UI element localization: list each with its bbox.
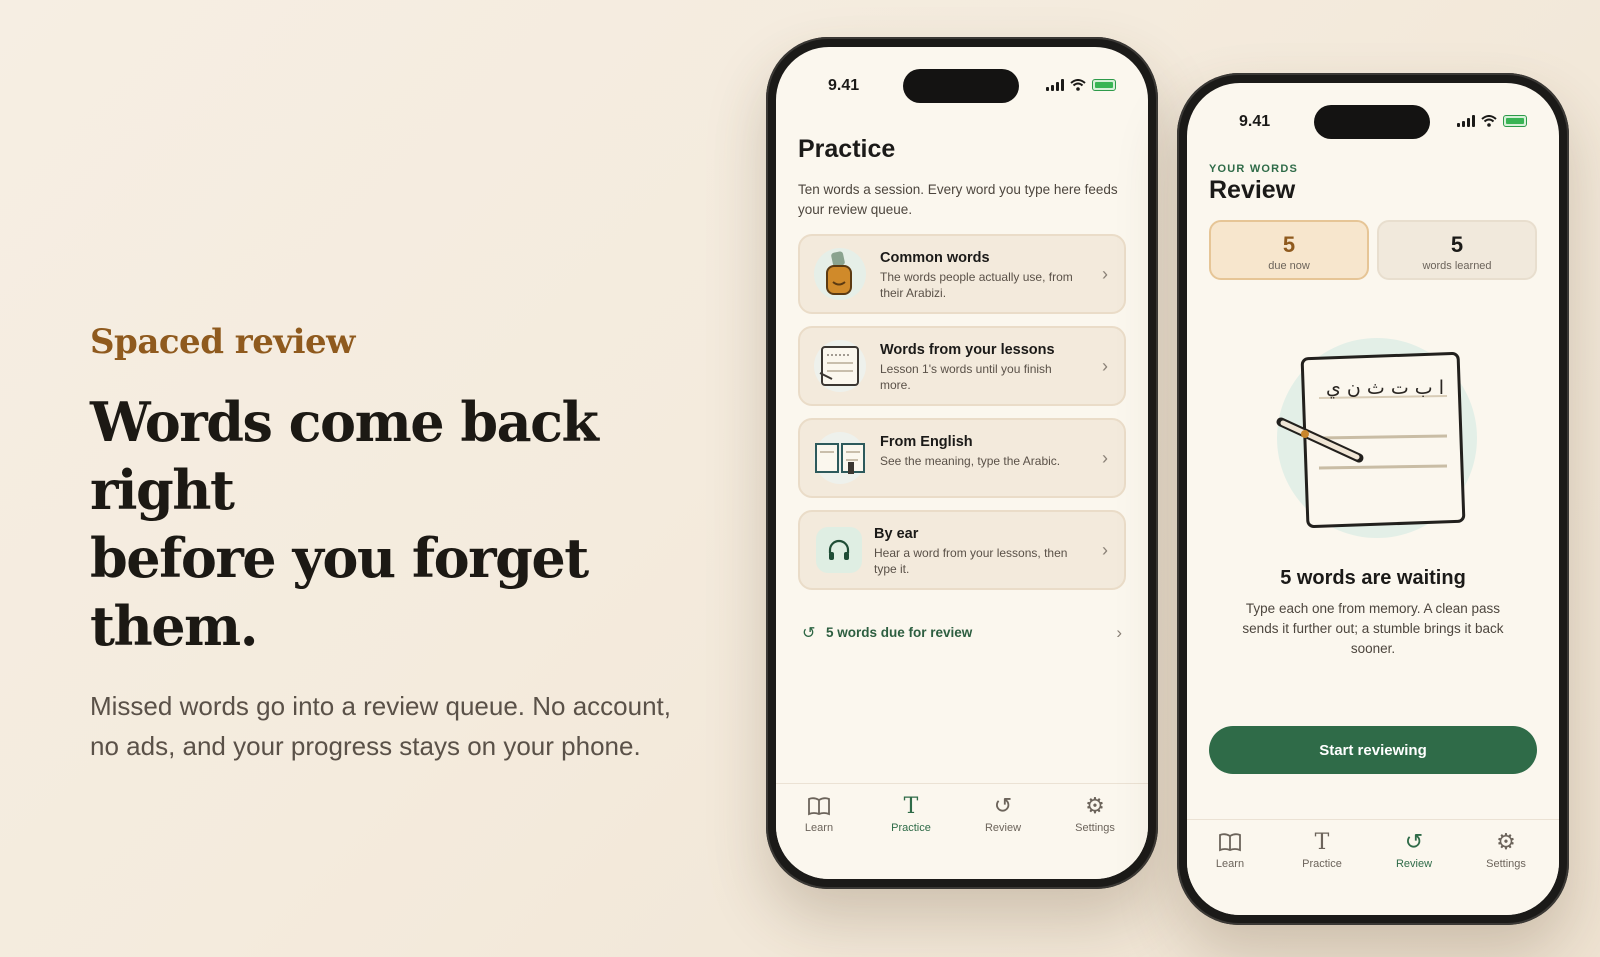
notebook-illustration: ا ب ت ث ن ي [1267, 338, 1487, 558]
hero-headline: Words come back right before you forget … [90, 388, 730, 660]
card-subtitle: Lesson 1's words until you finish more. [880, 362, 1052, 392]
start-reviewing-button[interactable]: Start reviewing [1209, 726, 1537, 774]
page-description: Ten words a session. Every word you type… [798, 182, 1118, 217]
type-icon: T [1314, 829, 1330, 855]
tab-learn[interactable]: Learn [784, 792, 854, 834]
card-title: Words from your lessons [880, 342, 1055, 358]
status-bar: 9.41 [776, 69, 1148, 105]
tab-learn[interactable]: Learn [1195, 828, 1265, 870]
chevron-right-icon: › [1102, 356, 1108, 376]
card-title: By ear [874, 526, 919, 542]
book-icon [784, 792, 854, 820]
gear-icon: ⚙ [1496, 829, 1516, 854]
card-subtitle: Hear a word from your lessons, then type… [874, 546, 1068, 576]
status-time: 9.41 [1239, 113, 1271, 130]
tab-bar: Learn T Practice ↺ Review ⚙ Settings [776, 783, 1148, 879]
tab-label: Settings [1486, 858, 1526, 870]
card-title: Common words [880, 250, 990, 266]
card-subtitle: See the meaning, type the Arabic. [880, 454, 1061, 468]
practice-card-common-words[interactable]: Common words The words people actually u… [798, 234, 1126, 314]
tab-label: Practice [1302, 858, 1342, 870]
tab-review[interactable]: ↺ Review [968, 792, 1038, 834]
review-screen: 9.41 YOUR WORDS Review 5 due now 5 words… [1187, 83, 1559, 915]
tab-settings[interactable]: ⚙ Settings [1060, 792, 1130, 834]
practice-card-by-ear[interactable]: By ear Hear a word from your lessons, th… [798, 510, 1126, 590]
history-icon: ↺ [993, 793, 1013, 818]
status-icons [1457, 115, 1527, 127]
chevron-right-icon: › [1102, 540, 1108, 560]
stat-label: words learned [1422, 260, 1492, 272]
tab-settings[interactable]: ⚙ Settings [1471, 828, 1541, 870]
chevron-right-icon: › [1102, 448, 1108, 468]
tab-review[interactable]: ↺ Review [1379, 828, 1449, 870]
phone-practice: 9.41 Practice Ten words a session. Every… [766, 37, 1158, 889]
hero: Spaced review Words come back right befo… [90, 322, 730, 766]
tab-label: Review [984, 822, 1022, 834]
card-title: From English [880, 434, 973, 450]
tab-label: Learn [804, 822, 834, 834]
stat-due-now: 5 due now [1209, 220, 1369, 280]
practice-card-from-english[interactable]: From English See the meaning, type the A… [798, 418, 1126, 498]
practice-card-lesson-words[interactable]: Words from your lessons Lesson 1's words… [798, 326, 1126, 406]
headphones-icon [816, 527, 862, 573]
chevron-right-icon: › [1116, 623, 1122, 642]
hero-subcopy-line-2: no ads, and your progress stays on your … [90, 731, 641, 761]
battery-icon [1092, 79, 1116, 91]
hero-headline-line-2: before you forget them. [90, 526, 589, 658]
open-book-icon [814, 432, 866, 484]
jar-icon [814, 248, 866, 300]
review-heading: 5 words are waiting [1280, 567, 1466, 589]
tab-bar: Learn T Practice ↺ Review ⚙ Settings [1187, 819, 1559, 915]
hero-eyebrow: Spaced review [90, 322, 355, 362]
wifi-icon [1070, 79, 1086, 91]
hero-subcopy-line-1: Missed words go into a review queue. No … [90, 691, 671, 721]
tab-label: Learn [1215, 858, 1245, 870]
status-time: 9.41 [828, 77, 860, 94]
signal-icon [1046, 79, 1064, 91]
type-icon: T [903, 793, 919, 819]
tab-practice[interactable]: T Practice [876, 792, 946, 835]
hero-headline-line-1: Words come back right [90, 390, 599, 522]
review-due-link[interactable]: ↺ 5 words due for review › [798, 623, 1126, 645]
book-icon [1195, 828, 1265, 856]
status-bar: 9.41 [1187, 105, 1559, 141]
status-icons [1046, 79, 1116, 91]
phone-review: 9.41 YOUR WORDS Review 5 due now 5 words… [1177, 73, 1569, 925]
card-subtitle: The words people actually use, from thei… [880, 270, 1073, 300]
signal-icon [1457, 115, 1475, 127]
history-icon: ↺ [802, 625, 816, 642]
tab-practice[interactable]: T Practice [1287, 828, 1357, 871]
gear-icon: ⚙ [1085, 793, 1105, 818]
tab-label: Practice [891, 822, 931, 834]
page-title: Review [1209, 176, 1296, 204]
review-due-text: 5 words due for review [826, 625, 973, 640]
tab-label: Review [1395, 858, 1433, 870]
chevron-right-icon: › [1102, 264, 1108, 284]
stat-label: due now [1268, 260, 1310, 272]
stat-value: 5 [1450, 232, 1464, 257]
notebook-arabic-text: ا ب ت ث ن ي [1326, 377, 1444, 399]
dynamic-island [1314, 105, 1430, 139]
history-icon: ↺ [1404, 829, 1424, 854]
practice-screen: 9.41 Practice Ten words a session. Every… [776, 47, 1148, 879]
page-title: Practice [798, 135, 896, 163]
practice-card-list: Common words The words people actually u… [798, 234, 1126, 602]
battery-icon [1503, 115, 1527, 127]
dynamic-island [903, 69, 1019, 103]
review-body: Type each one from memory. A clean pass … [1242, 601, 1504, 656]
wifi-icon [1481, 115, 1497, 127]
stat-value: 5 [1282, 232, 1296, 257]
tab-label: Settings [1075, 822, 1115, 834]
section-eyebrow: YOUR WORDS [1209, 163, 1298, 175]
stat-words-learned: 5 words learned [1377, 220, 1537, 280]
hero-subcopy: Missed words go into a review queue. No … [90, 686, 730, 766]
notebook-icon [814, 340, 866, 392]
